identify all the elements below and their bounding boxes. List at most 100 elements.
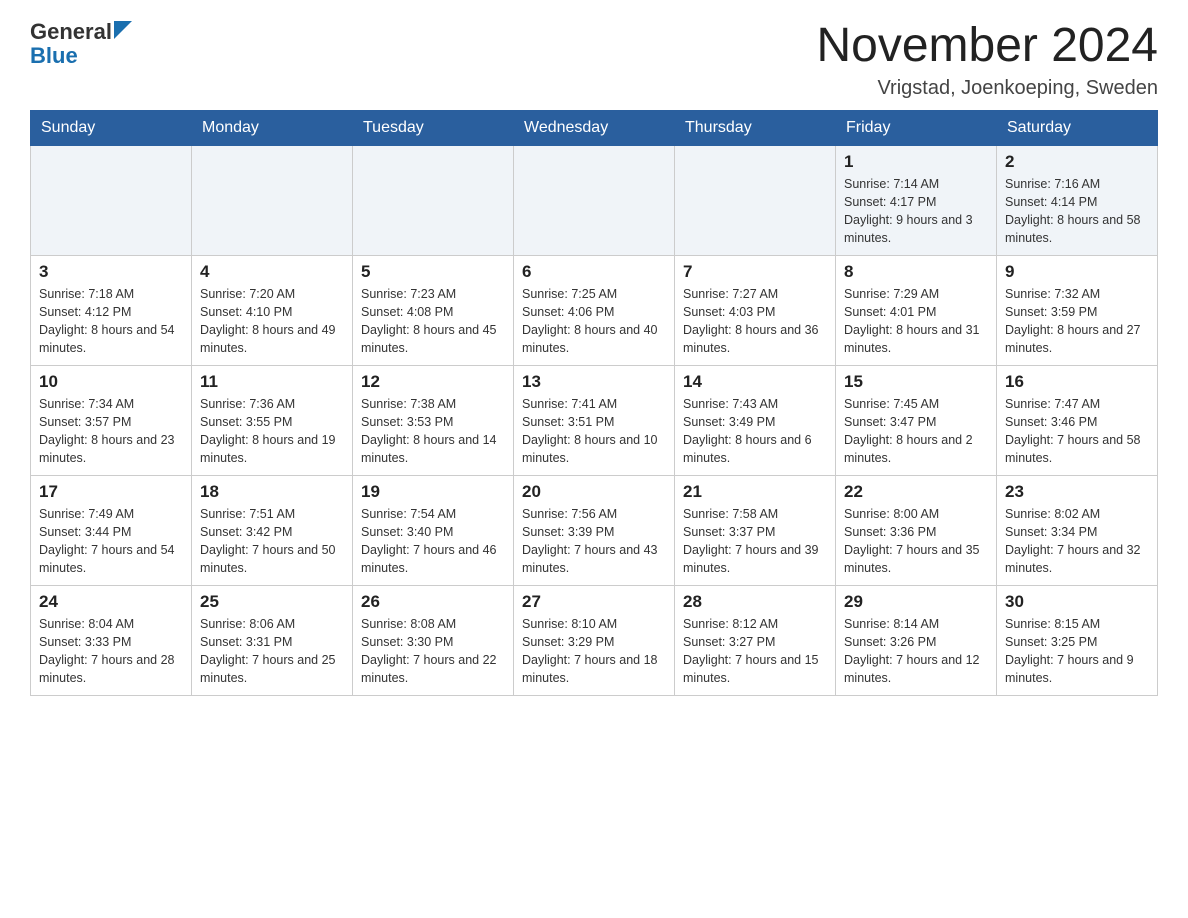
calendar-cell: 26 Sunrise: 8:08 AM Sunset: 3:30 PM Dayli… [353, 585, 514, 695]
calendar-header-thursday: Thursday [675, 110, 836, 145]
page-header: General Blue November 2024 Vrigstad, Joe… [30, 20, 1158, 100]
day-number: 6 [522, 262, 666, 282]
day-info: Sunrise: 7:16 AM Sunset: 4:14 PM Dayligh… [1005, 177, 1141, 245]
day-info: Sunrise: 8:06 AM Sunset: 3:31 PM Dayligh… [200, 617, 336, 685]
calendar-header-monday: Monday [192, 110, 353, 145]
day-info: Sunrise: 8:08 AM Sunset: 3:30 PM Dayligh… [361, 617, 497, 685]
day-info: Sunrise: 7:47 AM Sunset: 3:46 PM Dayligh… [1005, 397, 1141, 465]
calendar-header-row: SundayMondayTuesdayWednesdayThursdayFrid… [31, 110, 1158, 145]
day-info: Sunrise: 7:38 AM Sunset: 3:53 PM Dayligh… [361, 397, 497, 465]
calendar-cell: 16 Sunrise: 7:47 AM Sunset: 3:46 PM Dayli… [997, 365, 1158, 475]
day-info: Sunrise: 7:14 AM Sunset: 4:17 PM Dayligh… [844, 177, 973, 245]
calendar-week-row: 3 Sunrise: 7:18 AM Sunset: 4:12 PM Daylig… [31, 255, 1158, 365]
calendar-cell: 19Sunrise: 7:54 AM Sunset: 3:40 PM Dayli… [353, 475, 514, 585]
day-number: 28 [683, 592, 827, 612]
calendar-week-row: 10 Sunrise: 7:34 AM Sunset: 3:57 PM Dayli… [31, 365, 1158, 475]
calendar-cell: 11 Sunrise: 7:36 AM Sunset: 3:55 PM Dayli… [192, 365, 353, 475]
day-number: 10 [39, 372, 183, 392]
calendar-header-tuesday: Tuesday [353, 110, 514, 145]
calendar-header-wednesday: Wednesday [514, 110, 675, 145]
day-number: 17 [39, 482, 183, 502]
logo: General Blue [30, 20, 132, 68]
calendar-cell: 2 Sunrise: 7:16 AM Sunset: 4:14 PM Daylig… [997, 145, 1158, 255]
calendar-cell: 9 Sunrise: 7:32 AM Sunset: 3:59 PM Daylig… [997, 255, 1158, 365]
day-info: Sunrise: 8:12 AM Sunset: 3:27 PM Dayligh… [683, 617, 819, 685]
calendar-cell: 24Sunrise: 8:04 AM Sunset: 3:33 PM Dayli… [31, 585, 192, 695]
day-number: 23 [1005, 482, 1149, 502]
day-number: 15 [844, 372, 988, 392]
day-number: 30 [1005, 592, 1149, 612]
calendar-header-friday: Friday [836, 110, 997, 145]
month-year-title: November 2024 [816, 20, 1158, 73]
day-info: Sunrise: 8:10 AM Sunset: 3:29 PM Dayligh… [522, 617, 658, 685]
calendar-cell: 6 Sunrise: 7:25 AM Sunset: 4:06 PM Daylig… [514, 255, 675, 365]
calendar-week-row: 24Sunrise: 8:04 AM Sunset: 3:33 PM Dayli… [31, 585, 1158, 695]
day-number: 1 [844, 152, 988, 172]
day-info: Sunrise: 7:32 AM Sunset: 3:59 PM Dayligh… [1005, 287, 1141, 355]
day-info: Sunrise: 8:14 AM Sunset: 3:26 PM Dayligh… [844, 617, 980, 685]
calendar-cell: 20 Sunrise: 7:56 AM Sunset: 3:39 PM Dayli… [514, 475, 675, 585]
calendar-cell: 30 Sunrise: 8:15 AM Sunset: 3:25 PM Dayli… [997, 585, 1158, 695]
day-info: Sunrise: 8:02 AM Sunset: 3:34 PM Dayligh… [1005, 507, 1141, 575]
day-info: Sunrise: 7:27 AM Sunset: 4:03 PM Dayligh… [683, 287, 819, 355]
day-info: Sunrise: 7:18 AM Sunset: 4:12 PM Dayligh… [39, 287, 175, 355]
day-number: 16 [1005, 372, 1149, 392]
day-info: Sunrise: 7:56 AM Sunset: 3:39 PM Dayligh… [522, 507, 658, 575]
day-info: Sunrise: 7:51 AM Sunset: 3:42 PM Dayligh… [200, 507, 336, 575]
day-info: Sunrise: 7:34 AM Sunset: 3:57 PM Dayligh… [39, 397, 175, 465]
calendar-week-row: 17 Sunrise: 7:49 AM Sunset: 3:44 PM Dayli… [31, 475, 1158, 585]
calendar-cell [675, 145, 836, 255]
calendar-week-row: 1 Sunrise: 7:14 AM Sunset: 4:17 PM Daylig… [31, 145, 1158, 255]
calendar-cell: 7 Sunrise: 7:27 AM Sunset: 4:03 PM Daylig… [675, 255, 836, 365]
calendar-header-saturday: Saturday [997, 110, 1158, 145]
calendar-cell: 4 Sunrise: 7:20 AM Sunset: 4:10 PM Daylig… [192, 255, 353, 365]
day-number: 26 [361, 592, 505, 612]
day-number: 7 [683, 262, 827, 282]
calendar-cell: 27 Sunrise: 8:10 AM Sunset: 3:29 PM Dayli… [514, 585, 675, 695]
day-info: Sunrise: 7:49 AM Sunset: 3:44 PM Dayligh… [39, 507, 175, 575]
calendar-table: SundayMondayTuesdayWednesdayThursdayFrid… [30, 110, 1158, 696]
calendar-header-sunday: Sunday [31, 110, 192, 145]
day-number: 22 [844, 482, 988, 502]
calendar-cell: 13 Sunrise: 7:41 AM Sunset: 3:51 PM Dayli… [514, 365, 675, 475]
calendar-cell: 12 Sunrise: 7:38 AM Sunset: 3:53 PM Dayli… [353, 365, 514, 475]
day-info: Sunrise: 7:25 AM Sunset: 4:06 PM Dayligh… [522, 287, 658, 355]
day-number: 13 [522, 372, 666, 392]
day-info: Sunrise: 7:43 AM Sunset: 3:49 PM Dayligh… [683, 397, 812, 465]
title-block: November 2024 Vrigstad, Joenkoeping, Swe… [816, 20, 1158, 100]
day-info: Sunrise: 7:23 AM Sunset: 4:08 PM Dayligh… [361, 287, 497, 355]
logo-blue-text: Blue [30, 44, 78, 68]
day-number: 19 [361, 482, 505, 502]
day-number: 27 [522, 592, 666, 612]
day-number: 4 [200, 262, 344, 282]
logo-arrow-icon [114, 21, 132, 39]
day-number: 8 [844, 262, 988, 282]
calendar-cell: 15Sunrise: 7:45 AM Sunset: 3:47 PM Dayli… [836, 365, 997, 475]
calendar-cell: 22Sunrise: 8:00 AM Sunset: 3:36 PM Dayli… [836, 475, 997, 585]
location-subtitle: Vrigstad, Joenkoeping, Sweden [816, 77, 1158, 100]
day-number: 2 [1005, 152, 1149, 172]
day-number: 3 [39, 262, 183, 282]
day-number: 12 [361, 372, 505, 392]
day-info: Sunrise: 7:36 AM Sunset: 3:55 PM Dayligh… [200, 397, 336, 465]
day-number: 20 [522, 482, 666, 502]
day-number: 25 [200, 592, 344, 612]
day-number: 11 [200, 372, 344, 392]
day-info: Sunrise: 7:41 AM Sunset: 3:51 PM Dayligh… [522, 397, 658, 465]
day-number: 9 [1005, 262, 1149, 282]
day-info: Sunrise: 7:29 AM Sunset: 4:01 PM Dayligh… [844, 287, 980, 355]
calendar-cell: 21Sunrise: 7:58 AM Sunset: 3:37 PM Dayli… [675, 475, 836, 585]
calendar-cell: 5Sunrise: 7:23 AM Sunset: 4:08 PM Daylig… [353, 255, 514, 365]
day-info: Sunrise: 7:20 AM Sunset: 4:10 PM Dayligh… [200, 287, 336, 355]
calendar-cell [192, 145, 353, 255]
calendar-cell: 14Sunrise: 7:43 AM Sunset: 3:49 PM Dayli… [675, 365, 836, 475]
calendar-cell: 18 Sunrise: 7:51 AM Sunset: 3:42 PM Dayli… [192, 475, 353, 585]
day-number: 18 [200, 482, 344, 502]
calendar-cell [353, 145, 514, 255]
calendar-cell: 1 Sunrise: 7:14 AM Sunset: 4:17 PM Daylig… [836, 145, 997, 255]
calendar-cell: 28 Sunrise: 8:12 AM Sunset: 3:27 PM Dayli… [675, 585, 836, 695]
day-info: Sunrise: 7:58 AM Sunset: 3:37 PM Dayligh… [683, 507, 819, 575]
day-info: Sunrise: 8:15 AM Sunset: 3:25 PM Dayligh… [1005, 617, 1134, 685]
calendar-cell: 17 Sunrise: 7:49 AM Sunset: 3:44 PM Dayli… [31, 475, 192, 585]
logo-general-text: General [30, 20, 112, 44]
